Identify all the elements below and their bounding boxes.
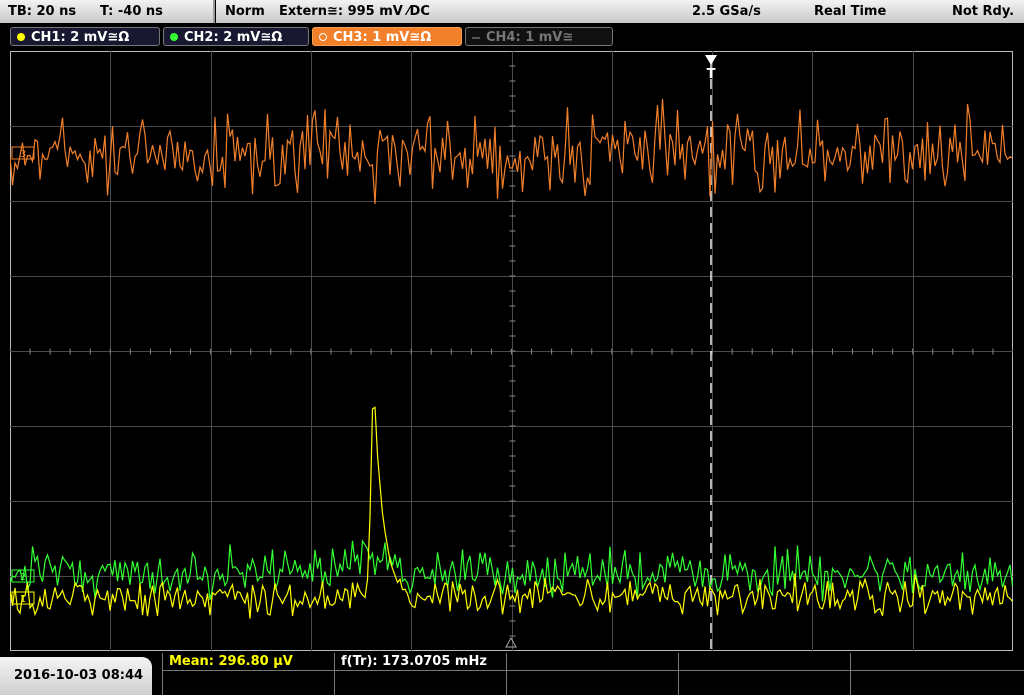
run-status-label[interactable]: Not Rdy.	[952, 0, 1014, 23]
trigger-marker-label: T	[707, 67, 716, 82]
measurement-slot-3[interactable]	[506, 653, 678, 695]
mean-value-label: Mean: 296.80 µV	[169, 654, 293, 669]
channel-2-indicator-icon	[170, 33, 178, 41]
top-status-bar: TB: 20 ns T: -40 ns Norm Extern≅: 995 mV…	[0, 0, 1024, 24]
frequency-measurement[interactable]: f(Tr): 173.0705 mHz	[334, 653, 506, 695]
channel-4-label: CH4: 1 mV≅	[486, 30, 574, 45]
measurement-slot-5[interactable]	[850, 653, 1024, 695]
svg-text:3: 3	[20, 149, 26, 160]
channel-4-tab[interactable]: CH4: 1 mV≅	[465, 27, 613, 46]
mean-measurement[interactable]: Mean: 296.80 µV	[162, 653, 334, 695]
channel-3-label: CH3: 1 mV≅Ω	[333, 30, 432, 45]
channel-4-indicator-icon	[472, 37, 480, 39]
channel-1-indicator-icon	[17, 33, 25, 41]
timebase-label[interactable]: TB: 20 ns	[8, 0, 76, 23]
channel-1-tab[interactable]: CH1: 2 mV≅Ω	[10, 27, 160, 46]
channel-1-label: CH1: 2 mV≅Ω	[31, 30, 130, 45]
date-time-label: 2016-10-03 08:44	[14, 668, 144, 683]
channel-2-tab[interactable]: CH2: 2 mV≅Ω	[163, 27, 309, 46]
date-time-display: 2016-10-03 08:44	[0, 657, 152, 695]
measurement-row-divider	[162, 670, 1024, 671]
trigger-time-label[interactable]: T: -40 ns	[100, 0, 163, 23]
channel-2-label: CH2: 2 mV≅Ω	[184, 30, 283, 45]
frequency-value-label: f(Tr): 173.0705 mHz	[341, 654, 487, 669]
svg-text:1: 1	[20, 594, 26, 605]
sample-rate-label[interactable]: 2.5 GSa/s	[692, 0, 761, 23]
waveform-display[interactable]: T 3 2 1	[10, 51, 1013, 651]
acquisition-mode-label[interactable]: Real Time	[814, 0, 886, 23]
trigger-source-label[interactable]: Extern≅: 995 mV ⁄DC	[279, 0, 430, 23]
channel-3-tab[interactable]: CH3: 1 mV≅Ω	[312, 27, 462, 46]
acquisition-panel[interactable]: Norm Extern≅: 995 mV ⁄DC 2.5 GSa/s Real …	[216, 0, 1024, 23]
trigger-mode-label[interactable]: Norm	[225, 0, 265, 23]
measurement-slot-4[interactable]	[678, 653, 850, 695]
timebase-panel[interactable]: TB: 20 ns T: -40 ns	[0, 0, 215, 23]
channel-3-indicator-icon	[319, 33, 327, 41]
svg-text:2: 2	[20, 572, 26, 583]
